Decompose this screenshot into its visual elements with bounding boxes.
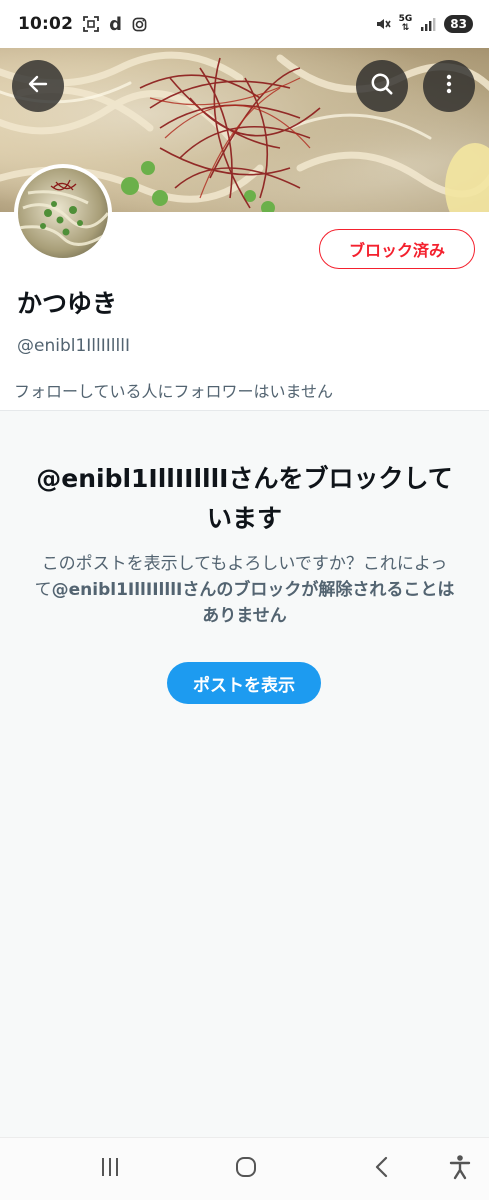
status-time: 10:02	[18, 14, 74, 34]
accessibility-icon	[449, 1154, 471, 1184]
status-right: 5G ⇅ 83	[375, 15, 473, 33]
recents-icon	[98, 1156, 122, 1182]
d-app-icon: d	[109, 13, 123, 35]
instagram-icon	[132, 17, 147, 32]
network-indicator: 5G ⇅	[398, 14, 413, 33]
recents-button[interactable]	[92, 1154, 128, 1184]
home-button[interactable]	[228, 1154, 264, 1184]
avatar[interactable]	[14, 164, 112, 262]
accessibility-button[interactable]	[442, 1154, 478, 1184]
arrow-left-icon	[26, 72, 50, 100]
system-back-button[interactable]	[364, 1154, 400, 1184]
blocked-title: @enibl1IllIIlllIさんをブロックしています	[36, 464, 453, 533]
battery-indicator: 83	[444, 15, 473, 33]
follow-info: フォローしている人にフォロワーはいません	[14, 382, 334, 401]
search-icon	[369, 71, 395, 101]
screenshot-icon	[83, 16, 100, 32]
signal-icon	[420, 17, 436, 31]
back-button[interactable]	[12, 60, 64, 112]
network-label: 5G	[398, 14, 413, 24]
mute-icon	[375, 16, 391, 32]
blocked-description: このポストを表示してもよろしいですか？これによって@enibl1IllIIlll…	[34, 551, 455, 629]
status-left: 10:02 d	[18, 14, 147, 35]
more-options-button[interactable]	[423, 60, 475, 112]
blocked-panel: @enibl1IllIIlllIさんをブロックしています このポストを表示しても…	[0, 411, 489, 1137]
blocked-description-bold: @enibl1IllIIlllIさんのブロックが解除されることはありません	[51, 580, 455, 626]
avatar-image	[18, 179, 108, 246]
blocked-button[interactable]: ブロック済み	[319, 229, 475, 269]
system-nav-bar	[0, 1137, 489, 1200]
more-vertical-icon	[437, 72, 461, 100]
status-bar: 10:02 d 5G ⇅ 83	[0, 0, 489, 48]
chevron-left-icon	[372, 1155, 392, 1183]
user-handle: @enibl1IllIIlllI	[17, 336, 130, 356]
display-name: かつゆき	[17, 289, 118, 318]
show-post-button[interactable]: ポストを表示	[167, 662, 321, 704]
search-button[interactable]	[356, 60, 408, 112]
home-icon	[234, 1155, 258, 1183]
